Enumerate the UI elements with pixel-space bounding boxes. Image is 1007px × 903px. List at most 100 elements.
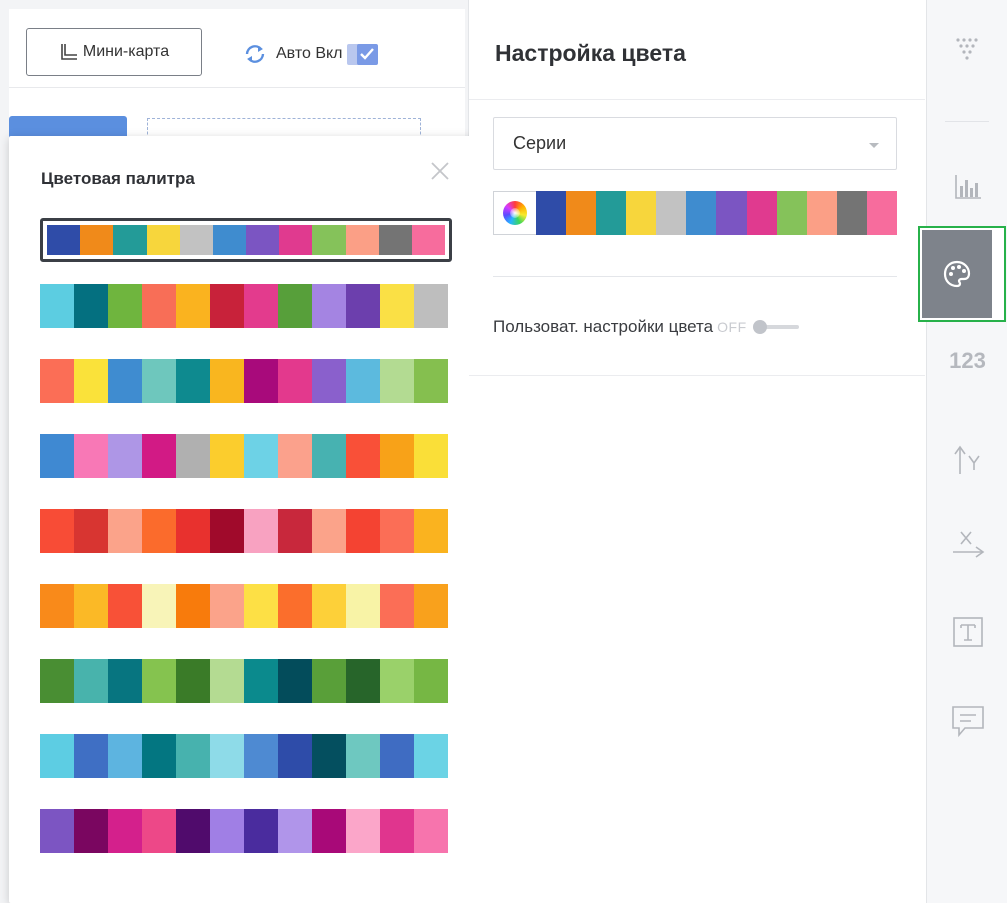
minimap-button[interactable]: Мини-карта xyxy=(26,28,202,76)
palette-swatch xyxy=(380,584,414,628)
palette-swatch xyxy=(142,809,176,853)
auto-checkbox[interactable] xyxy=(356,43,378,65)
palette-swatch xyxy=(312,809,346,853)
palette-swatch xyxy=(278,359,312,403)
color-settings-panel: Настройка цвета Серии Пользоват. настрой… xyxy=(469,0,925,903)
palette-swatch xyxy=(414,734,448,778)
color-swatch[interactable] xyxy=(596,191,627,235)
rail-item-text[interactable] xyxy=(927,616,1007,648)
palette-swatch xyxy=(176,734,210,778)
palette-swatch xyxy=(108,284,142,328)
palette-swatch xyxy=(244,509,278,553)
color-swatch[interactable] xyxy=(866,191,897,235)
comment-icon xyxy=(951,706,984,738)
palette-swatch xyxy=(40,809,74,853)
palette-swatch xyxy=(74,284,108,328)
rail-item-color[interactable] xyxy=(918,226,1006,322)
palette-option[interactable] xyxy=(40,359,448,403)
palette-icon xyxy=(943,260,971,288)
palette-swatch xyxy=(40,509,74,553)
custom-color-setting: Пользоват. настройки цвета OFF xyxy=(493,314,801,340)
palette-swatch xyxy=(142,359,176,403)
palette-swatch xyxy=(414,284,448,328)
rail-item-y-axis[interactable] xyxy=(927,444,1007,476)
color-swatch[interactable] xyxy=(746,191,777,235)
rail-item-number-format[interactable]: 123 xyxy=(927,348,1007,374)
palette-swatch xyxy=(142,509,176,553)
palette-swatch xyxy=(278,734,312,778)
palette-swatch xyxy=(278,584,312,628)
palette-option[interactable] xyxy=(40,509,448,553)
auto-label: Авто Вкл xyxy=(276,45,343,62)
palette-swatch xyxy=(312,225,346,255)
palette-swatch xyxy=(108,434,142,478)
panel-header: Настройка цвета xyxy=(469,0,925,100)
palette-option[interactable] xyxy=(40,809,448,853)
palette-swatch xyxy=(312,284,346,328)
palette-swatch xyxy=(108,359,142,403)
palette-swatch xyxy=(411,225,446,255)
palette-swatch xyxy=(176,509,210,553)
series-select-value: Серии xyxy=(513,133,567,153)
palette-option[interactable] xyxy=(40,584,448,628)
rail-item-x-axis[interactable] xyxy=(927,528,1007,564)
panel-title: Настройка цвета xyxy=(495,40,686,66)
color-swatch[interactable] xyxy=(656,191,687,235)
palette-swatch xyxy=(346,734,380,778)
rail-item-color-bg xyxy=(922,230,992,318)
custom-color-toggle[interactable] xyxy=(752,320,801,334)
color-wheel-icon xyxy=(503,201,527,225)
palette-swatch xyxy=(380,659,414,703)
palette-swatch xyxy=(244,584,278,628)
palette-option[interactable] xyxy=(40,218,452,262)
palette-swatch xyxy=(414,584,448,628)
text-box-icon xyxy=(952,617,983,647)
rail-separator xyxy=(945,121,989,122)
palette-swatch xyxy=(244,434,278,478)
palette-swatch xyxy=(345,225,379,255)
palette-swatch xyxy=(176,584,210,628)
palette-swatch xyxy=(40,434,74,478)
palette-swatch xyxy=(244,359,278,403)
palette-option[interactable] xyxy=(40,734,448,778)
color-swatch[interactable] xyxy=(686,191,717,235)
chevron-down-icon xyxy=(869,143,879,148)
palette-option[interactable] xyxy=(40,284,448,328)
chart-tab[interactable] xyxy=(9,116,127,138)
color-swatch[interactable] xyxy=(776,191,807,235)
palette-swatch xyxy=(380,284,414,328)
palette-swatch xyxy=(346,434,380,478)
rail-item-tooltip[interactable] xyxy=(927,704,1007,738)
refresh-icon[interactable] xyxy=(242,43,268,65)
close-icon[interactable] xyxy=(429,160,451,182)
color-swatch[interactable] xyxy=(716,191,747,235)
palette-title: Цветовая палитра xyxy=(41,169,195,188)
rail-item-filter[interactable] xyxy=(927,36,1007,62)
palette-swatch xyxy=(74,359,108,403)
palette-swatch xyxy=(346,509,380,553)
color-swatch[interactable] xyxy=(626,191,657,235)
palette-swatch xyxy=(176,359,210,403)
palette-option[interactable] xyxy=(40,434,448,478)
color-swatch[interactable] xyxy=(806,191,837,235)
custom-color-label: Пользоват. настройки цвета xyxy=(493,317,714,336)
rail-item-chart-type[interactable] xyxy=(927,174,1007,200)
palette-swatch xyxy=(380,434,414,478)
color-swatch[interactable] xyxy=(566,191,597,235)
color-picker-button[interactable] xyxy=(493,191,536,235)
color-swatch[interactable] xyxy=(836,191,867,235)
color-swatch[interactable] xyxy=(536,191,567,235)
series-select[interactable]: Серии xyxy=(493,117,897,170)
palette-swatch xyxy=(380,809,414,853)
palette-swatch xyxy=(346,659,380,703)
x-axis-icon xyxy=(952,531,984,558)
palette-swatch xyxy=(378,225,412,255)
palette-swatch xyxy=(279,225,313,255)
palette-swatch xyxy=(74,509,108,553)
palette-swatch xyxy=(176,284,210,328)
palette-swatch xyxy=(346,359,380,403)
palette-swatch xyxy=(142,284,176,328)
palette-swatch xyxy=(108,509,142,553)
palette-option[interactable] xyxy=(40,659,448,703)
palette-swatch xyxy=(146,225,180,255)
